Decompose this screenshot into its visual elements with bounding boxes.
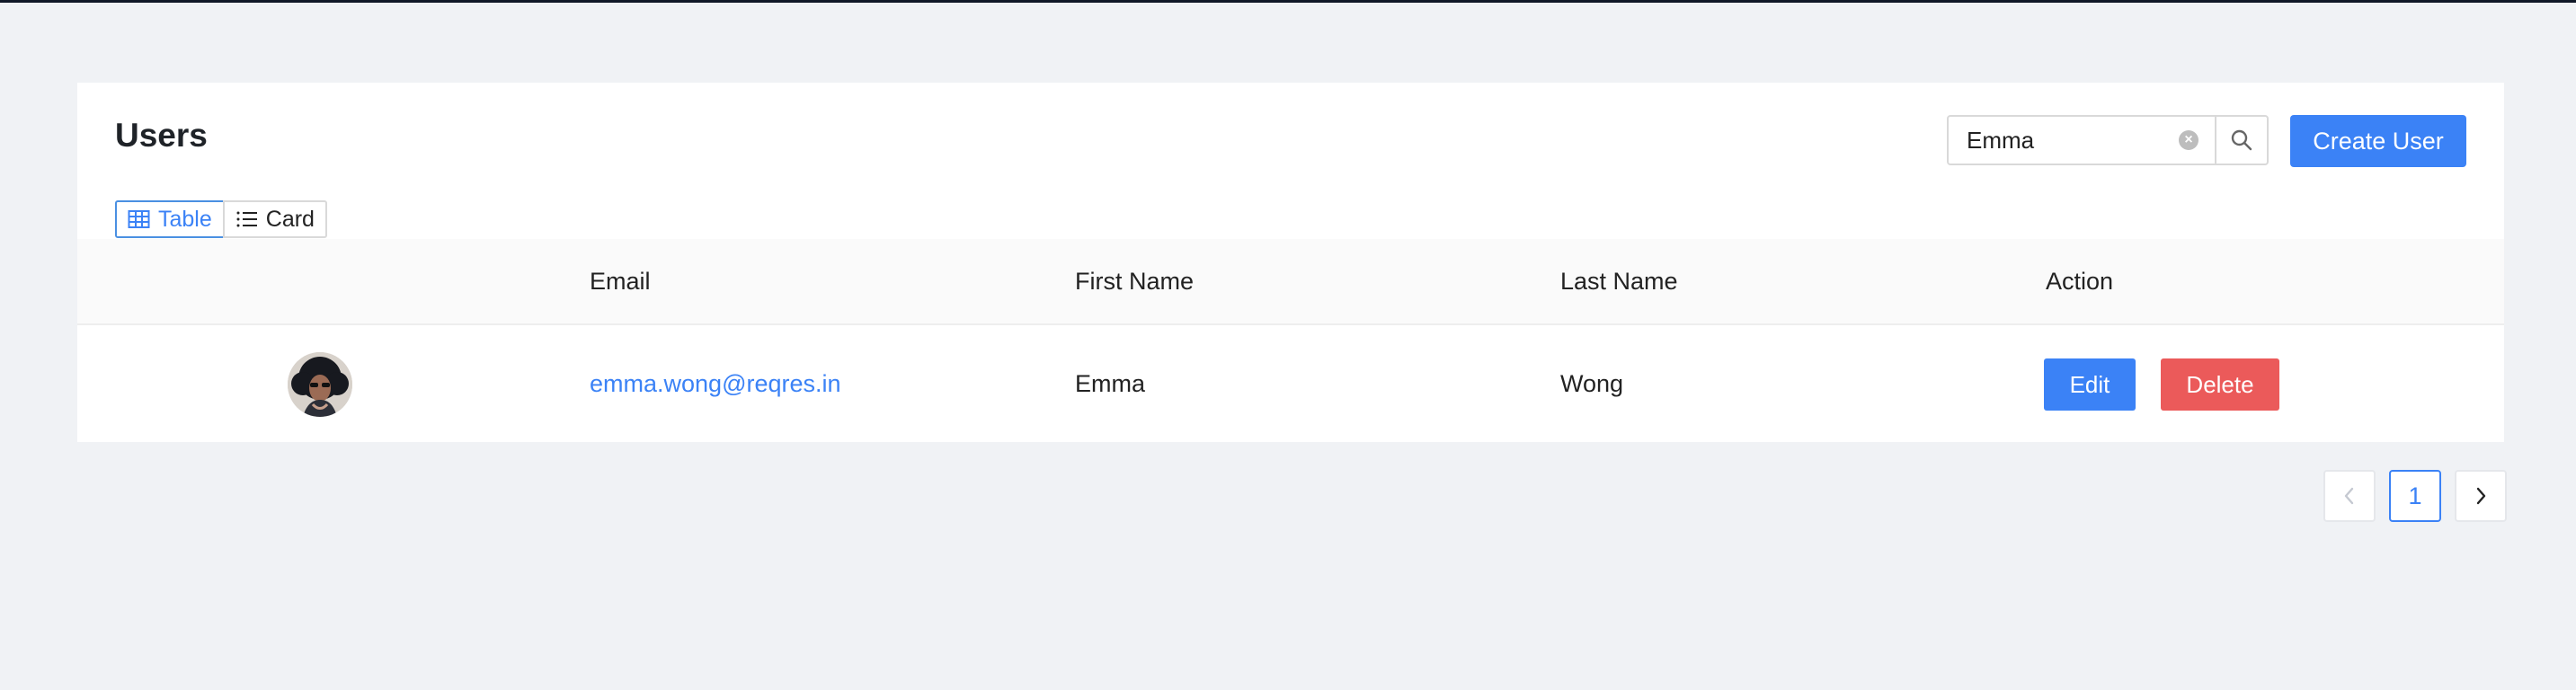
first-name-column-header: First Name xyxy=(1075,267,1195,295)
next-page-button[interactable] xyxy=(2455,470,2507,522)
users-panel: Users × Create User Table xyxy=(77,83,2504,442)
chevron-right-icon xyxy=(2476,487,2486,505)
edit-user-button[interactable]: Edit xyxy=(2044,358,2136,411)
clear-circle-icon[interactable]: × xyxy=(2179,130,2198,150)
top-strip xyxy=(0,0,2576,3)
list-icon xyxy=(236,211,257,227)
table-row: emma.wong@reqres.in Emma Wong Edit Delet… xyxy=(77,325,2504,442)
table-header: Email First Name Last Name Action xyxy=(77,239,2504,325)
email-column-header: Email xyxy=(590,267,651,295)
table-view-label: Table xyxy=(158,206,212,232)
previous-page-button[interactable] xyxy=(2323,470,2376,522)
table-view-button[interactable]: Table xyxy=(115,200,225,238)
pagination: 1 xyxy=(2323,470,2507,522)
action-column-header: Action xyxy=(2046,267,2114,295)
delete-user-button[interactable]: Delete xyxy=(2161,358,2279,411)
search-button[interactable] xyxy=(2216,115,2269,165)
search-input[interactable] xyxy=(1947,115,2216,165)
user-first-name: Emma xyxy=(1075,369,1146,397)
table-grid-icon xyxy=(128,210,150,228)
user-last-name: Wong xyxy=(1560,369,1624,397)
card-view-label: Card xyxy=(265,206,315,232)
view-toggle: Table Card xyxy=(115,200,327,238)
search-icon xyxy=(2231,129,2252,151)
card-view-button[interactable]: Card xyxy=(222,200,327,238)
user-email-link[interactable]: emma.wong@reqres.in xyxy=(590,325,841,442)
page-title: Users xyxy=(115,117,208,154)
chevron-left-icon xyxy=(2344,487,2354,505)
create-user-button[interactable]: Create User xyxy=(2290,115,2466,167)
last-name-column-header: Last Name xyxy=(1560,267,1678,295)
avatar xyxy=(288,352,352,417)
page-1-button[interactable]: 1 xyxy=(2389,470,2441,522)
search-group: × xyxy=(1947,115,2269,165)
